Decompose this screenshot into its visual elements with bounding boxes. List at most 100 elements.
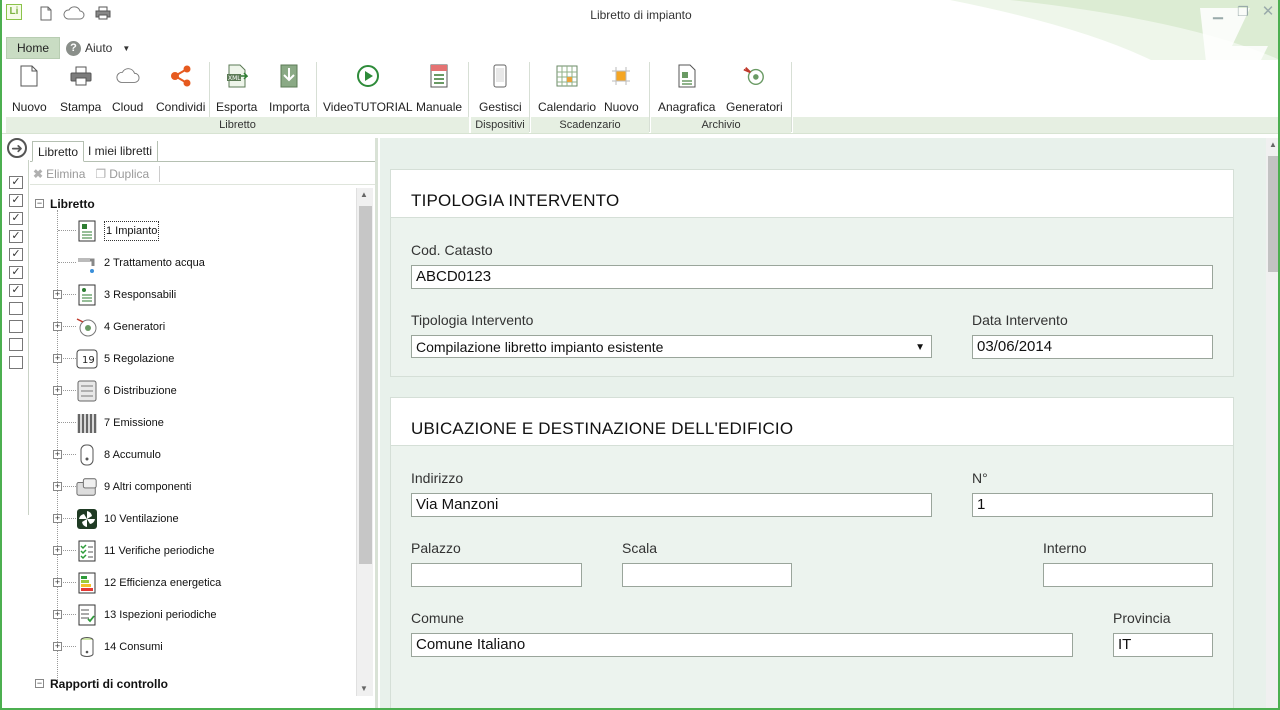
consumption-icon: [76, 636, 98, 658]
ribbon-label: Generatori: [726, 100, 783, 114]
tree-item[interactable]: 8 Accumulo: [76, 442, 161, 468]
scroll-up-icon[interactable]: ▲: [357, 188, 371, 202]
scala-input[interactable]: [622, 563, 792, 587]
expand-icon[interactable]: +: [53, 290, 62, 299]
ribbon-registry-button[interactable]: Anagrafica: [658, 64, 715, 114]
ribbon-manage-button[interactable]: Gestisci: [479, 64, 522, 114]
section-checkbox[interactable]: ✓: [9, 212, 23, 225]
tree-guide: [58, 262, 76, 263]
expand-icon[interactable]: +: [53, 322, 62, 331]
ribbon-cloud-button[interactable]: Cloud: [112, 64, 143, 114]
tipologia-select[interactable]: Compilazione libretto impianto esistente…: [411, 335, 932, 358]
cloud-icon: [116, 64, 140, 88]
section-checkbox[interactable]: [9, 338, 23, 351]
numero-input[interactable]: 1: [972, 493, 1213, 517]
ribbon-separator: [649, 62, 650, 132]
water-tap-icon: [76, 252, 98, 274]
cod-catasto-input[interactable]: ABCD0123: [411, 265, 1213, 289]
expand-icon[interactable]: +: [53, 578, 62, 587]
section-checkbox[interactable]: ✓: [9, 230, 23, 243]
share-icon: [169, 64, 193, 88]
tab-libretto[interactable]: Libretto: [32, 141, 85, 162]
tree-item[interactable]: 2 Trattamento acqua: [76, 250, 205, 276]
ribbon-label: Calendario: [538, 100, 597, 114]
import-icon: [277, 64, 301, 88]
menu-bar: Home ? Aiuto ▼: [2, 36, 1278, 60]
ribbon-manual-button[interactable]: Manuale: [416, 64, 462, 114]
tree-item[interactable]: 10 Ventilazione: [76, 506, 179, 532]
tab-home[interactable]: Home: [6, 37, 60, 59]
tree-item[interactable]: 1 Impianto: [76, 218, 160, 244]
ribbon-print-button[interactable]: Stampa: [60, 64, 101, 114]
tree-root-rapporti[interactable]: Rapporti di controllo: [50, 671, 168, 697]
ribbon-export-button[interactable]: XML Esporta: [216, 64, 257, 114]
panel-splitter[interactable]: [375, 138, 378, 708]
tree-item[interactable]: 13 Ispezioni periodiche: [76, 602, 217, 628]
collapse-icon[interactable]: −: [35, 679, 44, 688]
expand-icon[interactable]: +: [53, 514, 62, 523]
section-tipologia-intervento: TIPOLOGIA INTERVENTO Cod. Catasto ABCD01…: [390, 169, 1234, 377]
expand-icon[interactable]: +: [53, 546, 62, 555]
radiator-icon: [76, 412, 98, 434]
tree-item[interactable]: 3 Responsabili: [76, 282, 176, 308]
ribbon-generators-button[interactable]: Generatori: [726, 64, 783, 114]
expand-icon[interactable]: +: [53, 482, 62, 491]
help-icon: ?: [66, 40, 81, 56]
expand-icon[interactable]: +: [53, 642, 62, 651]
tree-item[interactable]: 6 Distribuzione: [76, 378, 177, 404]
tree-item[interactable]: 7 Emissione: [76, 410, 164, 436]
indirizzo-input[interactable]: Via Manzoni: [411, 493, 932, 517]
tree-item[interactable]: 12 Efficienza energetica: [76, 570, 221, 596]
section-checkbox[interactable]: ✓: [9, 194, 23, 207]
section-checkbox[interactable]: [9, 302, 23, 315]
palazzo-input[interactable]: [411, 563, 582, 587]
section-tree: − Libretto 1 Impianto 2 Trattamento acqua…: [30, 186, 358, 708]
section-checkbox[interactable]: ✓: [9, 266, 23, 279]
tree-item[interactable]: 11 Verifiche periodiche: [76, 538, 214, 564]
ribbon-label: Nuovo: [604, 100, 639, 114]
ribbon-videotutorial-button[interactable]: VideoTUTORIAL: [323, 64, 413, 114]
expand-icon[interactable]: +: [53, 386, 62, 395]
section-checkbox[interactable]: ✓: [9, 248, 23, 261]
close-icon[interactable]: ✕: [1257, 4, 1278, 20]
tree-item[interactable]: 9 Altri componenti: [76, 474, 191, 500]
tree-item[interactable]: 19 5 Regolazione: [76, 346, 174, 372]
expand-icon[interactable]: +: [53, 354, 62, 363]
ribbon-import-button[interactable]: Importa: [269, 64, 310, 114]
tree-item[interactable]: 4 Generatori: [76, 314, 165, 340]
collapse-icon[interactable]: −: [35, 199, 44, 208]
section-checkbox[interactable]: ✓: [9, 176, 23, 189]
comune-input[interactable]: Comune Italiano: [411, 633, 1073, 657]
expand-icon[interactable]: +: [53, 610, 62, 619]
ribbon-share-button[interactable]: Condividi: [156, 64, 205, 114]
data-intervento-input[interactable]: 03/06/2014: [972, 335, 1213, 359]
arrow-right-icon[interactable]: ➜: [7, 138, 27, 158]
form-scrollbar[interactable]: ▲: [1266, 138, 1278, 708]
scroll-thumb[interactable]: [1268, 156, 1278, 272]
section-checkbox[interactable]: [9, 356, 23, 369]
print-icon: [69, 64, 93, 88]
duplicate-button[interactable]: ❐ Duplica: [95, 167, 149, 181]
section-checkbox[interactable]: ✓: [9, 284, 23, 297]
tab-i-miei-libretti[interactable]: I miei libretti: [83, 141, 159, 162]
scroll-up-icon[interactable]: ▲: [1266, 138, 1278, 152]
tree-item-label: 3 Responsabili: [104, 289, 177, 301]
tree-scrollbar[interactable]: ▲ ▼: [356, 188, 373, 696]
scroll-down-icon[interactable]: ▼: [357, 682, 371, 696]
delete-button[interactable]: ✖ Elimina: [33, 167, 85, 181]
tab-aiuto[interactable]: ? Aiuto ▼: [66, 39, 130, 57]
fan-icon: [76, 508, 98, 530]
interno-input[interactable]: [1043, 563, 1213, 587]
provincia-input[interactable]: IT: [1113, 633, 1213, 657]
ribbon-new-deadline-button[interactable]: Nuovo: [604, 64, 639, 114]
tree-item[interactable]: 14 Consumi: [76, 634, 163, 660]
restore-icon[interactable]: ❐: [1232, 4, 1254, 20]
ribbon-new-button[interactable]: Nuovo: [12, 64, 47, 114]
scroll-thumb[interactable]: [359, 206, 372, 564]
thermostat-icon: 19: [76, 348, 98, 370]
expand-icon[interactable]: +: [53, 450, 62, 459]
checkbox-column: ➜ ✓ ✓ ✓ ✓ ✓ ✓ ✓: [6, 138, 28, 518]
section-checkbox[interactable]: [9, 320, 23, 333]
minimize-icon[interactable]: ▁: [1207, 4, 1229, 20]
ribbon-calendar-button[interactable]: Calendario: [538, 64, 596, 114]
